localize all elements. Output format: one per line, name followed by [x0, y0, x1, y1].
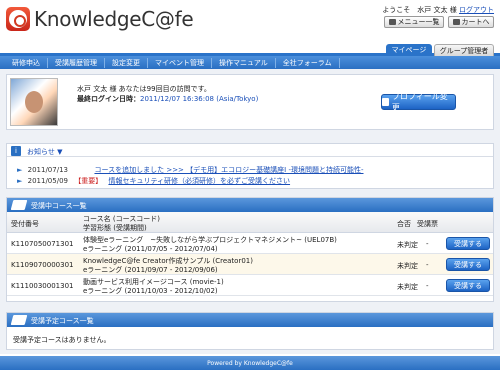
course-table-header: 受付番号 コース名 (コースコード) 学習形態 (受講期間) 合否 受講票 [7, 212, 493, 233]
take-course-button[interactable]: 受講する [446, 279, 490, 292]
col-result: 合否 [397, 220, 411, 228]
notice-title: お知らせ ▼ [27, 148, 63, 156]
row-result: 未判定 [397, 262, 418, 270]
col-form: 学習形態 (受講期間) [83, 224, 147, 232]
notice-link[interactable]: 情報セキュリティ研修（必須研修）を必ずご受講ください [108, 177, 290, 185]
current-courses-header: 受講中コース一覧 [7, 198, 493, 212]
planned-empty-text: 受講予定コースはありません。 [13, 336, 111, 344]
profile-panel: 水戸 文太 様 あなたは99回目の訪問です。 最終ログイン日時：2011/12/… [6, 74, 494, 130]
current-courses-title: 受講中コース一覧 [31, 202, 87, 210]
planned-courses-header: 受講予定コース一覧 [7, 313, 493, 327]
page: KnowledgeC@fe ようこそ 水戸 文太 様 ログアウト メニュー一覧 … [0, 0, 500, 370]
notice-date: 2011/07/13 [27, 166, 68, 174]
main-content: 水戸 文太 様 あなたは99回目の訪問です。 最終ログイン日時：2011/12/… [0, 69, 500, 354]
notice-item: ► 2011/05/09 【重要】 情報セキュリティ研修（必須研修）を必ずご受講… [17, 176, 290, 186]
notice-link[interactable]: コースを追加しました >>> 【デモ用】エコロジー基礎講座Ⅰ -環境問題と持続可… [94, 166, 363, 174]
footer: Powered by KnowledgeC@fe [0, 356, 500, 370]
last-login-value: 2011/12/07 16:36:08 (Asia/Tokyo) [140, 95, 259, 103]
current-courses-panel: 受講中コース一覧 受付番号 コース名 (コースコード) 学習形態 (受講期間) … [6, 197, 494, 302]
menu-list-label: メニュー一覧 [397, 18, 440, 26]
table-row: K1109070000301 KnowledgeC@fe Creator作成サン… [7, 254, 493, 275]
book-icon [10, 315, 28, 325]
notice-header[interactable]: i お知らせ ▼ [7, 144, 493, 157]
profile-icon [382, 98, 389, 106]
row-id: K1110030001301 [11, 282, 74, 290]
nav-training-apply[interactable]: 研修申込 [5, 57, 48, 68]
planned-courses-title: 受講予定コース一覧 [31, 317, 94, 325]
tab-group-admin[interactable]: グループ管理者 [434, 44, 494, 56]
row-status: - [426, 282, 429, 290]
notice-item: ► 2011/07/13 コースを追加しました >>> 【デモ用】エコロジー基礎… [17, 165, 364, 175]
header: KnowledgeC@fe ようこそ 水戸 文太 様 ログアウト メニュー一覧 … [0, 0, 500, 40]
profile-edit-button[interactable]: プロフィール変更 [381, 92, 456, 112]
nav-manual[interactable]: 操作マニュアル [212, 57, 276, 68]
book-icon [10, 200, 28, 210]
cart-button[interactable]: カートへ [448, 16, 494, 28]
col-id: 受付番号 [11, 220, 39, 228]
welcome-text: ようこそ 水戸 文太 様 [382, 6, 457, 14]
row-status: - [426, 240, 429, 248]
main-nav: 研修申込 受講履歴管理 設定変更 マイベント管理 操作マニュアル 全社フォーラム [0, 56, 500, 69]
last-login-label: 最終ログイン日時： [77, 95, 140, 103]
menu-icon [388, 19, 396, 25]
logout-link[interactable]: ログアウト [459, 6, 494, 14]
notice-panel: i お知らせ ▼ ► 2011/07/13 コースを追加しました >>> 【デモ… [6, 143, 494, 189]
avatar [10, 78, 58, 126]
col-status: 受講票 [417, 220, 438, 228]
row-course-form: eラーニング (2011/10/03 - 2012/10/02) [83, 287, 218, 295]
visit-count-text: 水戸 文太 様 あなたは99回目の訪問です。 [77, 85, 211, 93]
notice-date: 2011/05/09 [27, 177, 68, 185]
tab-mypage[interactable]: マイページ [386, 44, 432, 56]
nav-history[interactable]: 受講履歴管理 [48, 57, 105, 68]
take-course-button[interactable]: 受講する [446, 258, 490, 271]
row-course-form: eラーニング (2011/07/05 - 2012/07/04) [83, 245, 218, 253]
last-login: 最終ログイン日時：2011/12/07 16:36:08 (Asia/Tokyo… [77, 94, 258, 104]
planned-courses-panel: 受講予定コース一覧 受講予定コースはありません。 [6, 312, 494, 350]
logo-text: KnowledgeC@fe [34, 7, 194, 31]
important-tag: 【重要】 [74, 177, 103, 185]
arrow-right-icon: ► [17, 166, 23, 174]
cart-icon [452, 19, 460, 25]
row-result: 未判定 [397, 283, 418, 291]
row-status: - [426, 261, 429, 269]
menu-list-button[interactable]: メニュー一覧 [384, 16, 444, 28]
nav-my-event[interactable]: マイベント管理 [148, 57, 212, 68]
info-icon: i [11, 146, 21, 156]
nav-forum[interactable]: 全社フォーラム [276, 57, 340, 68]
table-row: K1107050071301 体験型eラーニング ~失敗しながら学ぶプロジェクト… [7, 233, 493, 254]
take-course-button[interactable]: 受講する [446, 237, 490, 250]
profile-edit-label: プロフィール変更 [391, 92, 448, 112]
cart-label: カートへ [461, 18, 490, 26]
row-course-form: eラーニング (2011/09/07 - 2012/09/06) [83, 266, 218, 274]
nav-settings[interactable]: 設定変更 [105, 57, 148, 68]
at-sign-icon [9, 10, 27, 28]
tab-strip: マイページ グループ管理者 [0, 44, 500, 56]
table-row: K1110030001301 動画サービス利用イメージコース (movie-1)… [7, 275, 493, 296]
row-id: K1109070000301 [11, 261, 74, 269]
row-result: 未判定 [397, 241, 418, 249]
welcome-area: ようこそ 水戸 文太 様 ログアウト [382, 5, 494, 15]
row-id: K1107050071301 [11, 240, 74, 248]
arrow-right-icon: ► [17, 177, 23, 185]
